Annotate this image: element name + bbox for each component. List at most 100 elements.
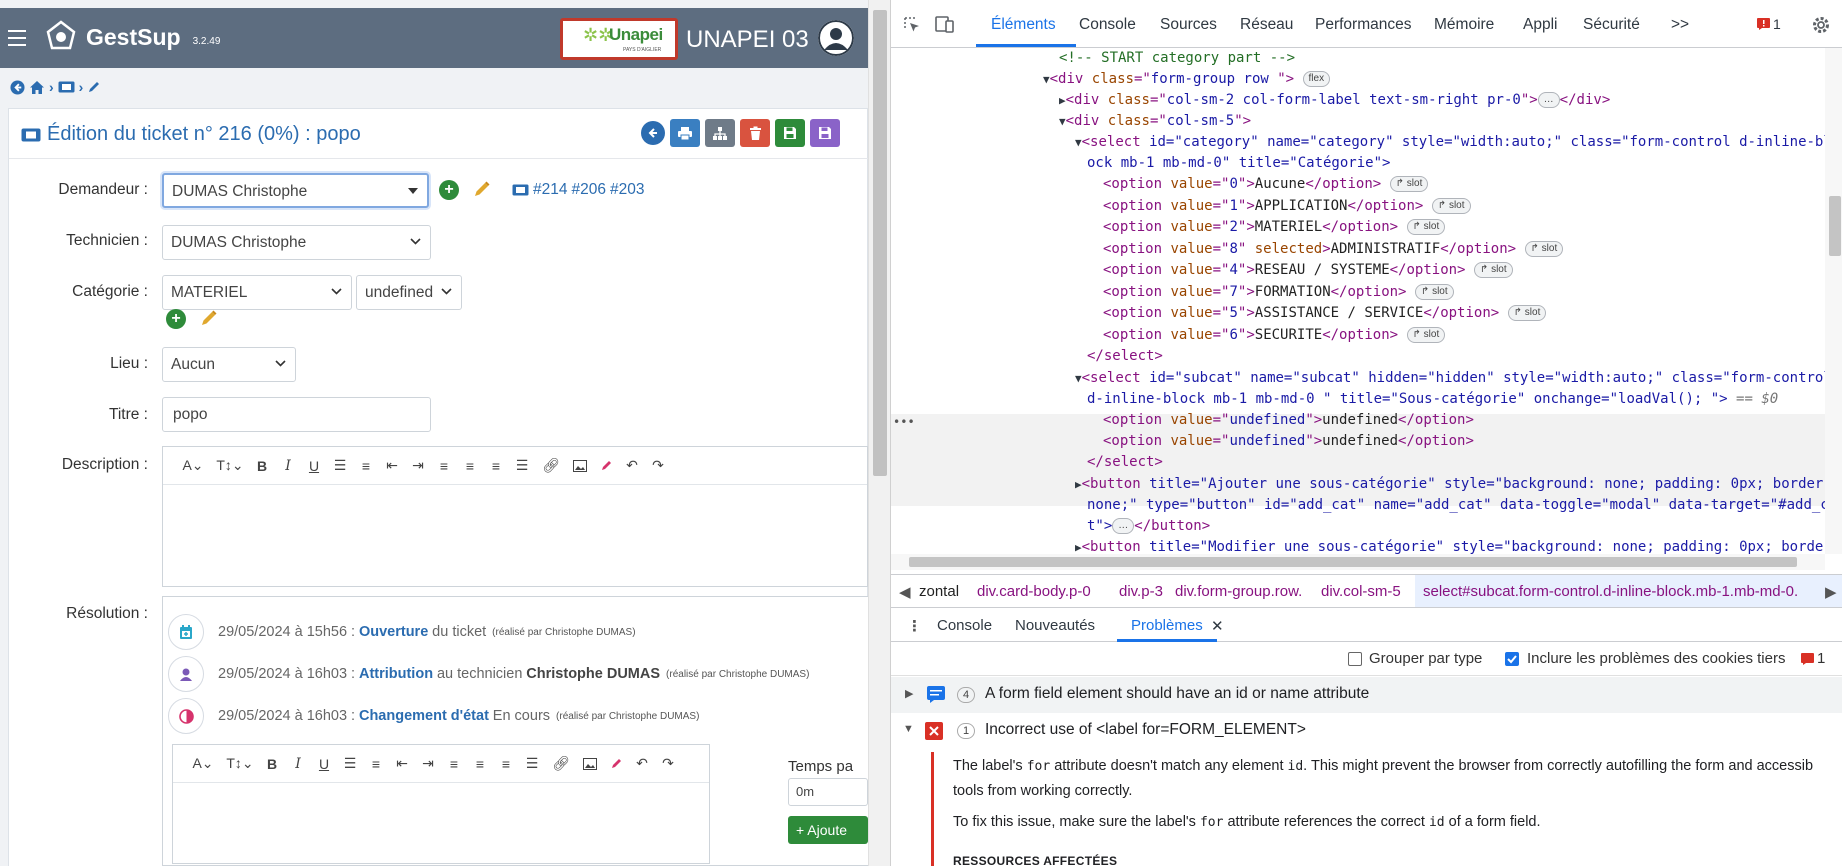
- link-icon[interactable]: 🔗︎: [545, 753, 577, 775]
- back-button[interactable]: [641, 121, 665, 145]
- inspect-element-icon[interactable]: [903, 16, 921, 34]
- dom-line[interactable]: <option value="undefined">undefined</opt…: [1103, 431, 1474, 453]
- page-scrollbar-thumb[interactable]: [873, 10, 887, 476]
- dom-line[interactable]: ▶<button title="Ajouter une sous-catégor…: [1075, 474, 1825, 496]
- indent-icon[interactable]: ⇥: [415, 753, 441, 775]
- outdent-icon[interactable]: ⇤: [389, 753, 415, 775]
- slot-badge[interactable]: ↱ slot: [1414, 283, 1454, 300]
- italic-button[interactable]: I: [285, 753, 311, 775]
- crumbs-scroll-left-icon[interactable]: ◀: [899, 583, 911, 601]
- collapse-triangle-icon[interactable]: ▼: [1043, 73, 1050, 86]
- add-subcategory-button[interactable]: +: [166, 309, 186, 329]
- tab-network[interactable]: Réseau: [1240, 16, 1293, 34]
- technician-select[interactable]: DUMAS Christophe: [162, 225, 431, 260]
- redo-icon[interactable]: ↷: [645, 455, 671, 477]
- more-tabs-button[interactable]: >>: [1671, 16, 1689, 34]
- dom-horizontal-scrollbar[interactable]: [891, 554, 1825, 570]
- font-size-button[interactable]: T↕⌄: [211, 455, 249, 477]
- tab-elements[interactable]: Éléments: [991, 16, 1056, 34]
- slot-badge[interactable]: ↱ slot: [1431, 197, 1471, 214]
- collapse-triangle-icon[interactable]: ▼: [903, 723, 914, 735]
- bold-button[interactable]: B: [249, 455, 275, 477]
- device-toolbar-icon[interactable]: [935, 16, 955, 34]
- brand[interactable]: GestSup 3.2.49: [44, 20, 220, 54]
- requester-select[interactable]: DUMAS Christophe: [162, 173, 429, 208]
- drawer-menu-icon[interactable]: ⋮: [907, 617, 922, 635]
- expand-triangle-icon[interactable]: ▶: [905, 687, 913, 700]
- font-size-button[interactable]: T↕⌄: [221, 753, 259, 775]
- related-ticket-link[interactable]: #214: [533, 181, 567, 199]
- title-input[interactable]: popo: [162, 397, 431, 432]
- close-tab-icon[interactable]: ✕: [1211, 617, 1224, 635]
- crumbs-scroll-right-icon[interactable]: ▶: [1825, 583, 1837, 601]
- user-avatar[interactable]: [818, 20, 854, 56]
- highlighter-icon[interactable]: [603, 753, 629, 775]
- tab-security[interactable]: Sécurité: [1583, 16, 1640, 34]
- align-justify-icon[interactable]: ☰: [519, 753, 545, 775]
- save-button[interactable]: [775, 119, 805, 147]
- related-ticket-link[interactable]: #203: [610, 181, 644, 199]
- flex-badge[interactable]: flex: [1302, 71, 1331, 87]
- tab-sources[interactable]: Sources: [1160, 16, 1217, 34]
- collapse-triangle-icon[interactable]: ▼: [1075, 372, 1082, 385]
- expand-triangle-icon[interactable]: ▶: [1059, 94, 1066, 107]
- dom-line[interactable]: ▶<button title="Modifier une sous-catégo…: [1075, 537, 1823, 554]
- undo-icon[interactable]: ↶: [619, 455, 645, 477]
- dom-line[interactable]: ▼<div class="form-group row "> flex: [1043, 69, 1331, 91]
- dom-crumb[interactable]: zontal: [919, 583, 959, 600]
- delete-button[interactable]: [740, 119, 770, 147]
- align-right-icon[interactable]: ≡: [483, 455, 509, 477]
- slot-badge[interactable]: ↱ slot: [1507, 305, 1547, 321]
- slot-badge[interactable]: ↱ slot: [1524, 240, 1564, 257]
- dom-line[interactable]: ▼<select id="category" name="category" s…: [1075, 132, 1825, 154]
- ticket-icon[interactable]: [58, 81, 75, 93]
- location-select[interactable]: Aucun: [162, 347, 296, 382]
- page-scrollbar[interactable]: [868, 0, 890, 866]
- category-select[interactable]: MATERIEL: [162, 275, 352, 310]
- dom-crumb[interactable]: div.form-group.row.: [1175, 583, 1302, 600]
- dom-vertical-scrollbar-thumb[interactable]: [1829, 196, 1841, 256]
- edit-subcategory-pencil-icon[interactable]: [199, 308, 219, 328]
- resolution-editor[interactable]: A⌄ T↕⌄ B I U ☰ ≡ ⇤ ⇥ ≡ ≡ ≡ ☰ 🔗︎ ↶ ↷: [172, 744, 710, 864]
- node-actions-ellipsis[interactable]: •••: [893, 412, 915, 434]
- dom-crumb[interactable]: div.p-3: [1119, 583, 1163, 600]
- slot-badge[interactable]: ↱ slot: [1473, 262, 1513, 278]
- save-and-close-button[interactable]: [810, 119, 840, 147]
- dom-crumb-selected[interactable]: select#subcat.form-control.d-inline-bloc…: [1423, 583, 1798, 600]
- slot-badge[interactable]: ↱ slot: [1389, 176, 1429, 192]
- dom-option-line[interactable]: <option value="8" selected>ADMINISTRATIF…: [1103, 239, 1564, 261]
- highlighter-icon[interactable]: [593, 455, 619, 477]
- underline-button[interactable]: U: [301, 455, 327, 477]
- dom-option-line[interactable]: <option value="6">SECURITE</option> ↱ sl…: [1103, 325, 1446, 347]
- image-icon[interactable]: [577, 753, 603, 775]
- expand-triangle-icon[interactable]: ▶: [1075, 478, 1082, 491]
- menu-toggle-icon[interactable]: [8, 30, 26, 46]
- dom-horizontal-scrollbar-thumb[interactable]: [909, 557, 1797, 567]
- numbered-list-icon[interactable]: ≡: [363, 753, 389, 775]
- dom-line-selected[interactable]: ▼<select id="subcat" name="subcat" hidde…: [1075, 368, 1825, 390]
- drawer-tab-issues[interactable]: Problèmes: [1131, 617, 1203, 634]
- issues-counter[interactable]: 1: [1757, 16, 1781, 32]
- indent-icon[interactable]: ⇥: [405, 455, 431, 477]
- align-justify-icon[interactable]: ☰: [509, 455, 535, 477]
- group-by-type-checkbox[interactable]: [1348, 652, 1362, 666]
- add-requester-button[interactable]: +: [439, 180, 459, 200]
- link-icon[interactable]: 🔗︎: [535, 455, 567, 477]
- related-ticket-link[interactable]: #206: [571, 181, 605, 199]
- align-left-icon[interactable]: ≡: [441, 753, 467, 775]
- expand-triangle-icon[interactable]: ▶: [1075, 541, 1082, 554]
- outdent-icon[interactable]: ⇤: [379, 455, 405, 477]
- print-button[interactable]: [670, 119, 700, 147]
- dom-crumb[interactable]: div.card-body.p-0: [977, 583, 1091, 600]
- bold-button[interactable]: B: [259, 753, 285, 775]
- description-editor[interactable]: A⌄ T↕⌄ B I U ☰ ≡ ⇤ ⇥ ≡ ≡ ≡ ☰ 🔗︎ ↶ ↷: [162, 446, 868, 587]
- drawer-tab-console[interactable]: Console: [937, 617, 992, 634]
- subcategory-select[interactable]: undefined: [356, 275, 462, 310]
- issue-row[interactable]: ▶ 4 A form field element should have an …: [891, 677, 1842, 713]
- dom-option-line[interactable]: <option value="5">ASSISTANCE / SERVICE</…: [1103, 303, 1547, 325]
- tab-performance[interactable]: Performances: [1315, 16, 1411, 34]
- slot-badge[interactable]: ↱ slot: [1406, 326, 1446, 343]
- italic-button[interactable]: I: [275, 455, 301, 477]
- edit-requester-pencil-icon[interactable]: [472, 179, 492, 199]
- font-family-button[interactable]: A⌄: [185, 753, 221, 775]
